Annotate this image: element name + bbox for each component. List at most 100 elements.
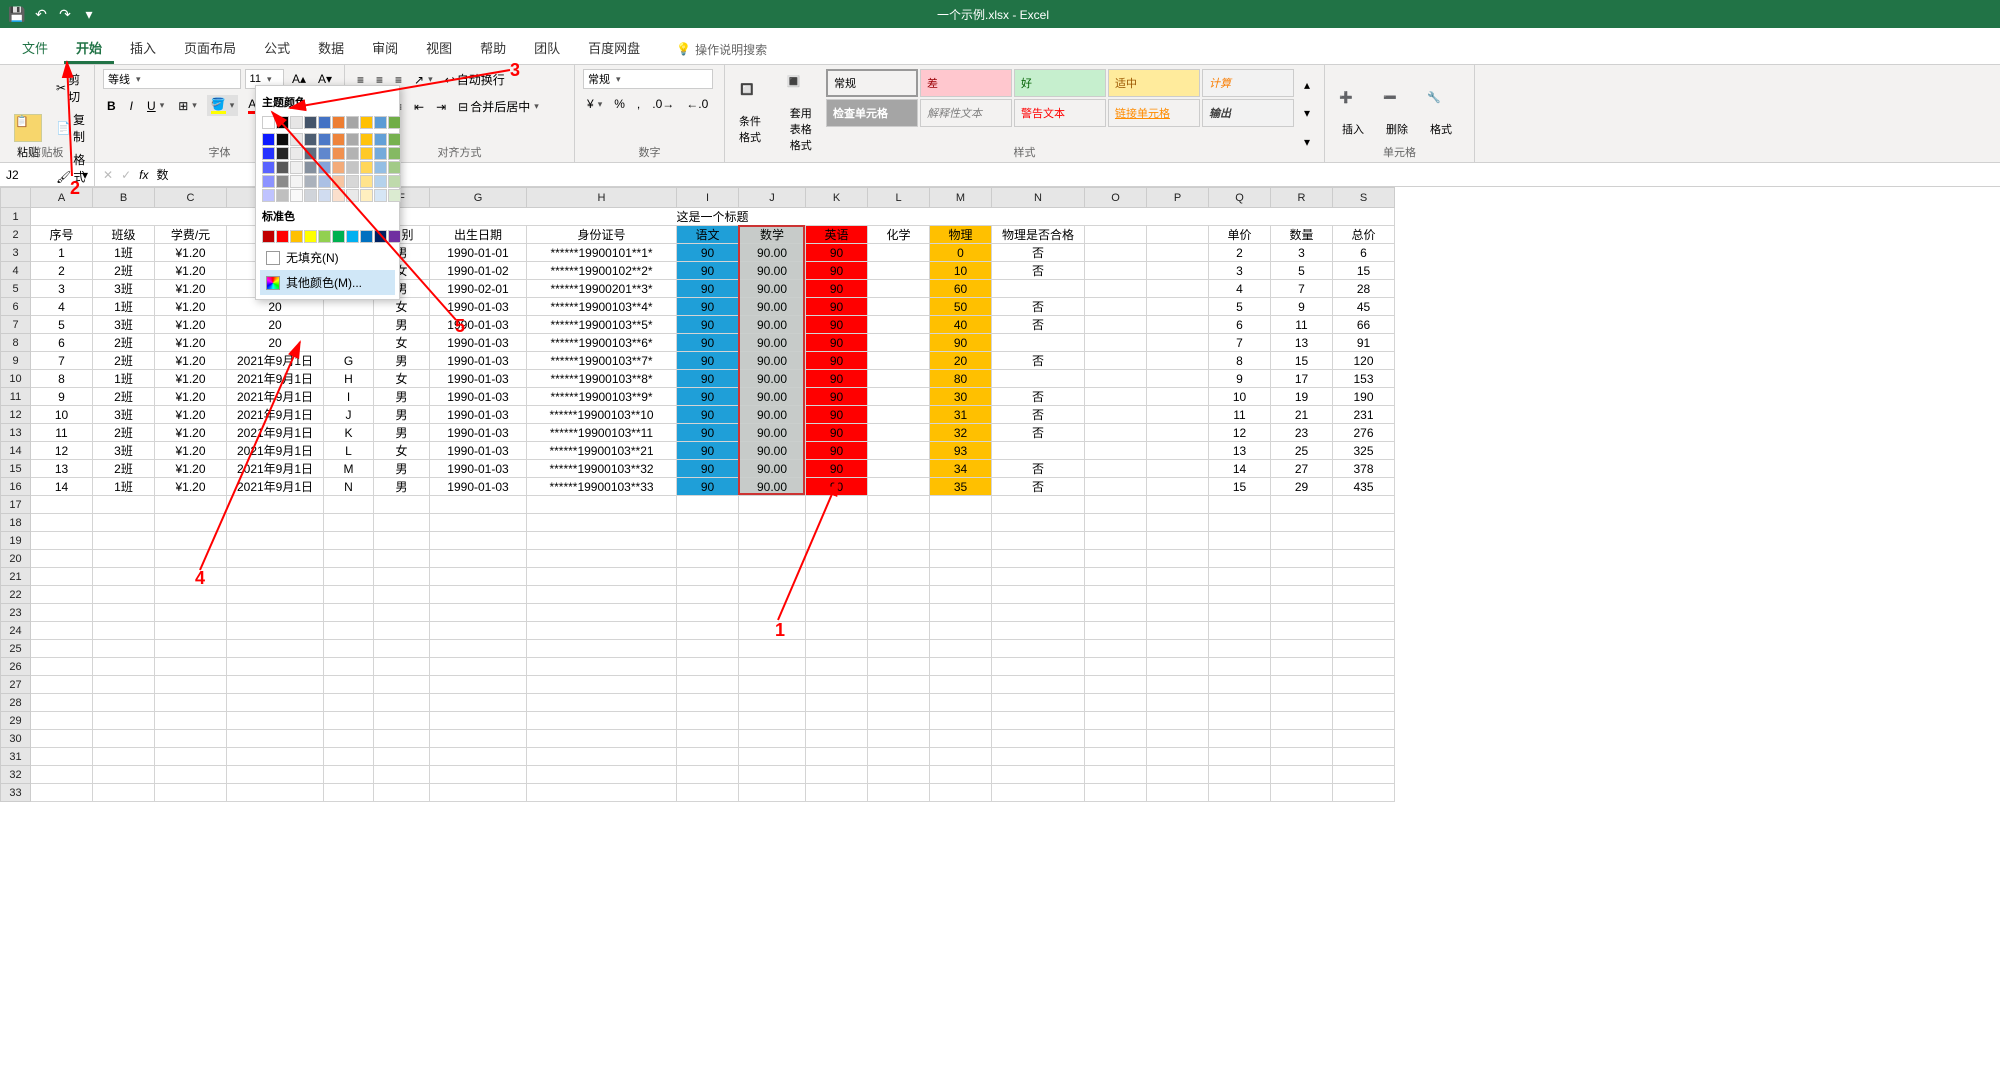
cell[interactable]: 20 — [227, 316, 324, 334]
indent-increase-button[interactable]: ⇥ — [432, 98, 450, 116]
cell[interactable] — [31, 712, 93, 730]
cell[interactable]: 数学 — [739, 226, 806, 244]
tab-view[interactable]: 视图 — [414, 34, 464, 64]
cell[interactable] — [930, 730, 992, 748]
cell[interactable] — [430, 568, 527, 586]
cell[interactable]: 12 — [1209, 424, 1271, 442]
tab-team[interactable]: 团队 — [522, 34, 572, 64]
column-header[interactable]: I — [677, 188, 739, 208]
cell[interactable] — [1085, 766, 1147, 784]
currency-button[interactable]: ¥ — [583, 95, 606, 113]
cell[interactable] — [1209, 730, 1271, 748]
cell[interactable]: 3 — [1209, 262, 1271, 280]
row-header[interactable]: 32 — [1, 766, 31, 784]
cell[interactable]: 40 — [930, 316, 992, 334]
cell[interactable] — [1085, 496, 1147, 514]
cell[interactable] — [1085, 712, 1147, 730]
cell[interactable]: 1班 — [93, 370, 155, 388]
row-header[interactable]: 18 — [1, 514, 31, 532]
cell[interactable] — [93, 514, 155, 532]
column-header[interactable]: B — [93, 188, 155, 208]
cell[interactable] — [739, 568, 806, 586]
cell[interactable]: 13 — [1271, 334, 1333, 352]
cell[interactable]: 28 — [1333, 280, 1395, 298]
cell[interactable] — [1147, 460, 1209, 478]
cell[interactable]: 90.00 — [739, 424, 806, 442]
cell[interactable] — [1085, 550, 1147, 568]
row-header[interactable]: 31 — [1, 748, 31, 766]
cell[interactable] — [806, 658, 868, 676]
cell[interactable]: 否 — [992, 316, 1085, 334]
row-header[interactable]: 5 — [1, 280, 31, 298]
cell[interactable]: 2班 — [93, 352, 155, 370]
swatch-shade[interactable] — [374, 175, 387, 188]
cell[interactable]: ******19900103**10 — [527, 406, 677, 424]
swatch-std-green[interactable] — [332, 230, 345, 243]
cell[interactable]: 90 — [806, 370, 868, 388]
cell[interactable] — [868, 784, 930, 802]
cell[interactable] — [1209, 568, 1271, 586]
cell[interactable] — [374, 586, 430, 604]
cell[interactable]: 90.00 — [739, 388, 806, 406]
cell[interactable] — [227, 514, 324, 532]
tab-file[interactable]: 文件 — [10, 34, 60, 64]
cell[interactable]: ******19900103**7* — [527, 352, 677, 370]
cell[interactable] — [1333, 604, 1395, 622]
cell[interactable]: 90 — [806, 460, 868, 478]
swatch-shade[interactable] — [290, 161, 303, 174]
cell[interactable] — [93, 640, 155, 658]
row-header[interactable]: 19 — [1, 532, 31, 550]
cell[interactable] — [1147, 244, 1209, 262]
cell[interactable]: 90.00 — [739, 334, 806, 352]
cell[interactable] — [155, 550, 227, 568]
cell[interactable] — [739, 712, 806, 730]
cell[interactable] — [1085, 406, 1147, 424]
swatch-shade[interactable] — [332, 147, 345, 160]
cell[interactable]: 否 — [992, 388, 1085, 406]
cell[interactable] — [992, 586, 1085, 604]
cell[interactable]: G — [324, 352, 374, 370]
row-header[interactable]: 21 — [1, 568, 31, 586]
cell[interactable]: 2 — [31, 262, 93, 280]
cell[interactable]: 男 — [374, 478, 430, 496]
swatch-shade[interactable] — [262, 133, 275, 146]
row-header[interactable]: 7 — [1, 316, 31, 334]
cell[interactable] — [677, 568, 739, 586]
row-header[interactable]: 13 — [1, 424, 31, 442]
cell[interactable] — [930, 496, 992, 514]
cell[interactable] — [1333, 514, 1395, 532]
cell[interactable] — [93, 568, 155, 586]
cell[interactable] — [1333, 496, 1395, 514]
tab-layout[interactable]: 页面布局 — [172, 34, 248, 64]
cell[interactable]: 2021年9月1日 — [227, 370, 324, 388]
cell[interactable] — [430, 712, 527, 730]
font-name-select[interactable]: 等线 — [103, 69, 241, 89]
cell[interactable]: 男 — [374, 316, 430, 334]
cell[interactable]: ******19900102**2* — [527, 262, 677, 280]
cell[interactable]: 13 — [1209, 442, 1271, 460]
cell[interactable]: 90 — [677, 244, 739, 262]
cell[interactable]: H — [324, 370, 374, 388]
cell[interactable] — [1209, 550, 1271, 568]
cell[interactable] — [324, 316, 374, 334]
cell[interactable]: 90.00 — [739, 442, 806, 460]
cell[interactable] — [930, 640, 992, 658]
cell[interactable]: 2 — [1209, 244, 1271, 262]
swatch-shade[interactable] — [318, 175, 331, 188]
cell[interactable] — [527, 496, 677, 514]
cell[interactable] — [992, 640, 1085, 658]
cell[interactable]: 出生日期 — [430, 226, 527, 244]
cell[interactable] — [324, 532, 374, 550]
cell[interactable] — [1147, 784, 1209, 802]
cell[interactable] — [1147, 334, 1209, 352]
cell[interactable] — [527, 586, 677, 604]
swatch-shade[interactable] — [262, 175, 275, 188]
cell[interactable]: M — [324, 460, 374, 478]
cell[interactable]: 90.00 — [739, 298, 806, 316]
cell[interactable] — [1085, 730, 1147, 748]
cell[interactable]: 2021年9月1日 — [227, 460, 324, 478]
swatch-std-darkred[interactable] — [262, 230, 275, 243]
cell[interactable] — [430, 604, 527, 622]
cell[interactable] — [1085, 460, 1147, 478]
cell[interactable]: 化学 — [868, 226, 930, 244]
